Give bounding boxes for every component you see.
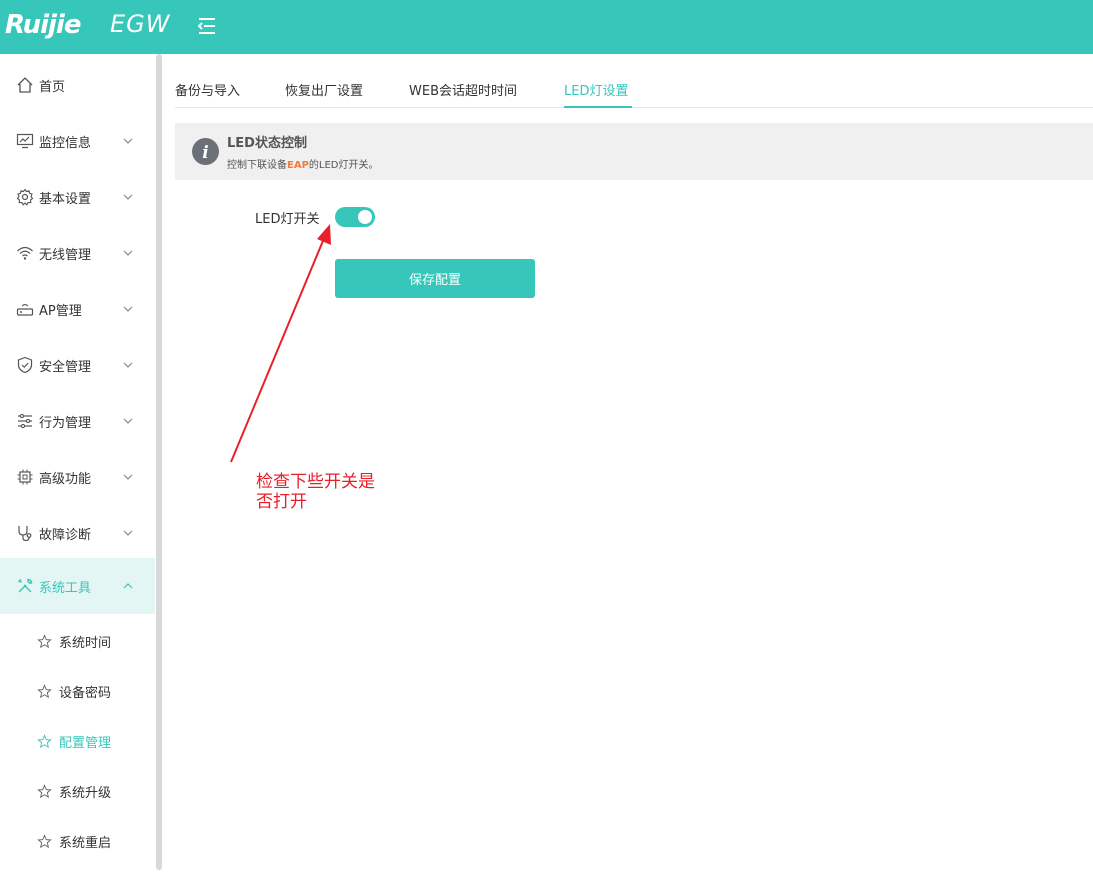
sidebar-item-monitor[interactable]: 监控信息 xyxy=(0,113,155,169)
stethoscope-icon xyxy=(18,526,32,542)
svg-text:i: i xyxy=(202,143,208,163)
sidebar-item-label: 基本设置 xyxy=(39,191,92,207)
chevron-down-icon xyxy=(123,194,133,200)
chevron-down-icon xyxy=(123,306,133,312)
sidebar-item-label: 首页 xyxy=(39,79,66,95)
star-icon xyxy=(37,833,52,848)
sidebar-item-label: AP管理 xyxy=(39,303,82,319)
info-banner: i LED状态控制 控制下联设备EAP的LED灯开关。 xyxy=(175,123,1093,180)
sub-item-device-password[interactable]: 设备密码 xyxy=(0,666,155,716)
tab-web-session-timeout[interactable]: WEB会话超时时间 xyxy=(409,80,517,99)
star-icon xyxy=(37,683,52,698)
led-switch-label: LED灯开关 xyxy=(255,212,320,227)
sub-item-system-upgrade[interactable]: 系统升级 xyxy=(0,766,155,816)
chevron-down-icon xyxy=(123,250,133,256)
tab-led-settings[interactable]: LED灯设置 xyxy=(564,80,628,99)
info-desc-prefix: 控制下联设备 xyxy=(227,160,287,171)
annotation-line-1: 检查下些开关是 xyxy=(256,472,375,492)
tab-factory-reset[interactable]: 恢复出厂设置 xyxy=(285,80,363,99)
tab-bar: 备份与导入 恢复出厂设置 WEB会话超时时间 LED灯设置 xyxy=(175,70,1093,108)
brand-logo: Ruijie xyxy=(5,8,81,42)
chevron-up-icon xyxy=(123,583,133,589)
chevron-down-icon xyxy=(123,362,133,368)
info-icon: i xyxy=(192,138,219,165)
sidebar-item-wireless[interactable]: 无线管理 xyxy=(0,225,155,281)
chevron-down-icon xyxy=(123,418,133,424)
active-tab-indicator xyxy=(564,106,632,108)
sidebar-item-ap[interactable]: AP管理 xyxy=(0,281,155,337)
save-config-button[interactable]: 保存配置 xyxy=(335,259,535,298)
toggle-knob xyxy=(358,210,372,224)
sub-item-label: 系统时间 xyxy=(59,635,112,651)
sidebar-item-system-tools[interactable]: 系统工具 xyxy=(0,558,155,614)
sub-item-system-restart[interactable]: 系统重启 xyxy=(0,816,155,866)
access-point-icon xyxy=(16,303,34,316)
brand-name: Ruijie xyxy=(5,10,81,40)
chevron-down-icon xyxy=(123,138,133,144)
chevron-down-icon xyxy=(123,474,133,480)
tab-backup-import[interactable]: 备份与导入 xyxy=(175,80,240,99)
wifi-icon xyxy=(17,246,33,260)
sidebar-item-label: 故障诊断 xyxy=(39,527,92,543)
sidebar-item-basic-settings[interactable]: 基本设置 xyxy=(0,169,155,225)
chip-icon xyxy=(17,469,33,485)
sidebar-item-diagnosis[interactable]: 故障诊断 xyxy=(0,505,155,561)
info-description: 控制下联设备EAP的LED灯开关。 xyxy=(227,156,379,171)
sidebar-item-label: 高级功能 xyxy=(39,471,92,487)
monitor-chart-icon xyxy=(16,133,34,149)
product-name: EGW xyxy=(110,10,171,38)
home-icon xyxy=(17,77,33,93)
annotation-line-2: 否打开 xyxy=(256,492,307,512)
led-toggle-switch[interactable] xyxy=(335,207,375,227)
top-header: Ruijie EGW xyxy=(0,0,1093,54)
star-icon xyxy=(37,633,52,648)
star-icon xyxy=(37,733,52,748)
sidebar-item-label: 无线管理 xyxy=(39,247,92,263)
sub-item-config-management[interactable]: 配置管理 xyxy=(0,716,155,766)
tools-icon xyxy=(18,578,33,593)
sidebar-item-label: 系统工具 xyxy=(39,580,92,596)
sidebar-item-label: 监控信息 xyxy=(39,135,92,151)
sidebar-item-security[interactable]: 安全管理 xyxy=(0,337,155,393)
gear-icon xyxy=(16,188,34,206)
sidebar-item-label: 行为管理 xyxy=(39,415,92,431)
sub-item-label: 设备密码 xyxy=(59,685,112,701)
sidebar-item-advanced[interactable]: 高级功能 xyxy=(0,449,155,505)
sidebar-scrollbar[interactable] xyxy=(156,54,162,870)
sidebar: 首页 监控信息 基本设置 无线管理 AP管理 安全管理 行为管理 高级功能 故障… xyxy=(0,54,155,875)
sidebar-item-label: 安全管理 xyxy=(39,359,92,375)
sidebar-item-home[interactable]: 首页 xyxy=(0,57,155,113)
annotation-text: 检查下些开关是 否打开 xyxy=(256,472,406,512)
info-title: LED状态控制 xyxy=(227,136,307,151)
sub-item-label: 系统重启 xyxy=(59,835,112,851)
sliders-icon xyxy=(18,413,32,429)
sub-item-label: 配置管理 xyxy=(59,735,112,751)
sub-item-label: 系统升级 xyxy=(59,785,112,801)
info-desc-highlight: EAP xyxy=(287,160,309,171)
sub-item-system-time[interactable]: 系统时间 xyxy=(0,616,155,666)
menu-collapse-icon[interactable] xyxy=(196,15,218,37)
sidebar-item-behavior[interactable]: 行为管理 xyxy=(0,393,155,449)
chevron-down-icon xyxy=(123,530,133,536)
shield-icon xyxy=(17,356,33,374)
star-icon xyxy=(37,783,52,798)
info-desc-suffix: 的LED灯开关。 xyxy=(308,160,379,171)
